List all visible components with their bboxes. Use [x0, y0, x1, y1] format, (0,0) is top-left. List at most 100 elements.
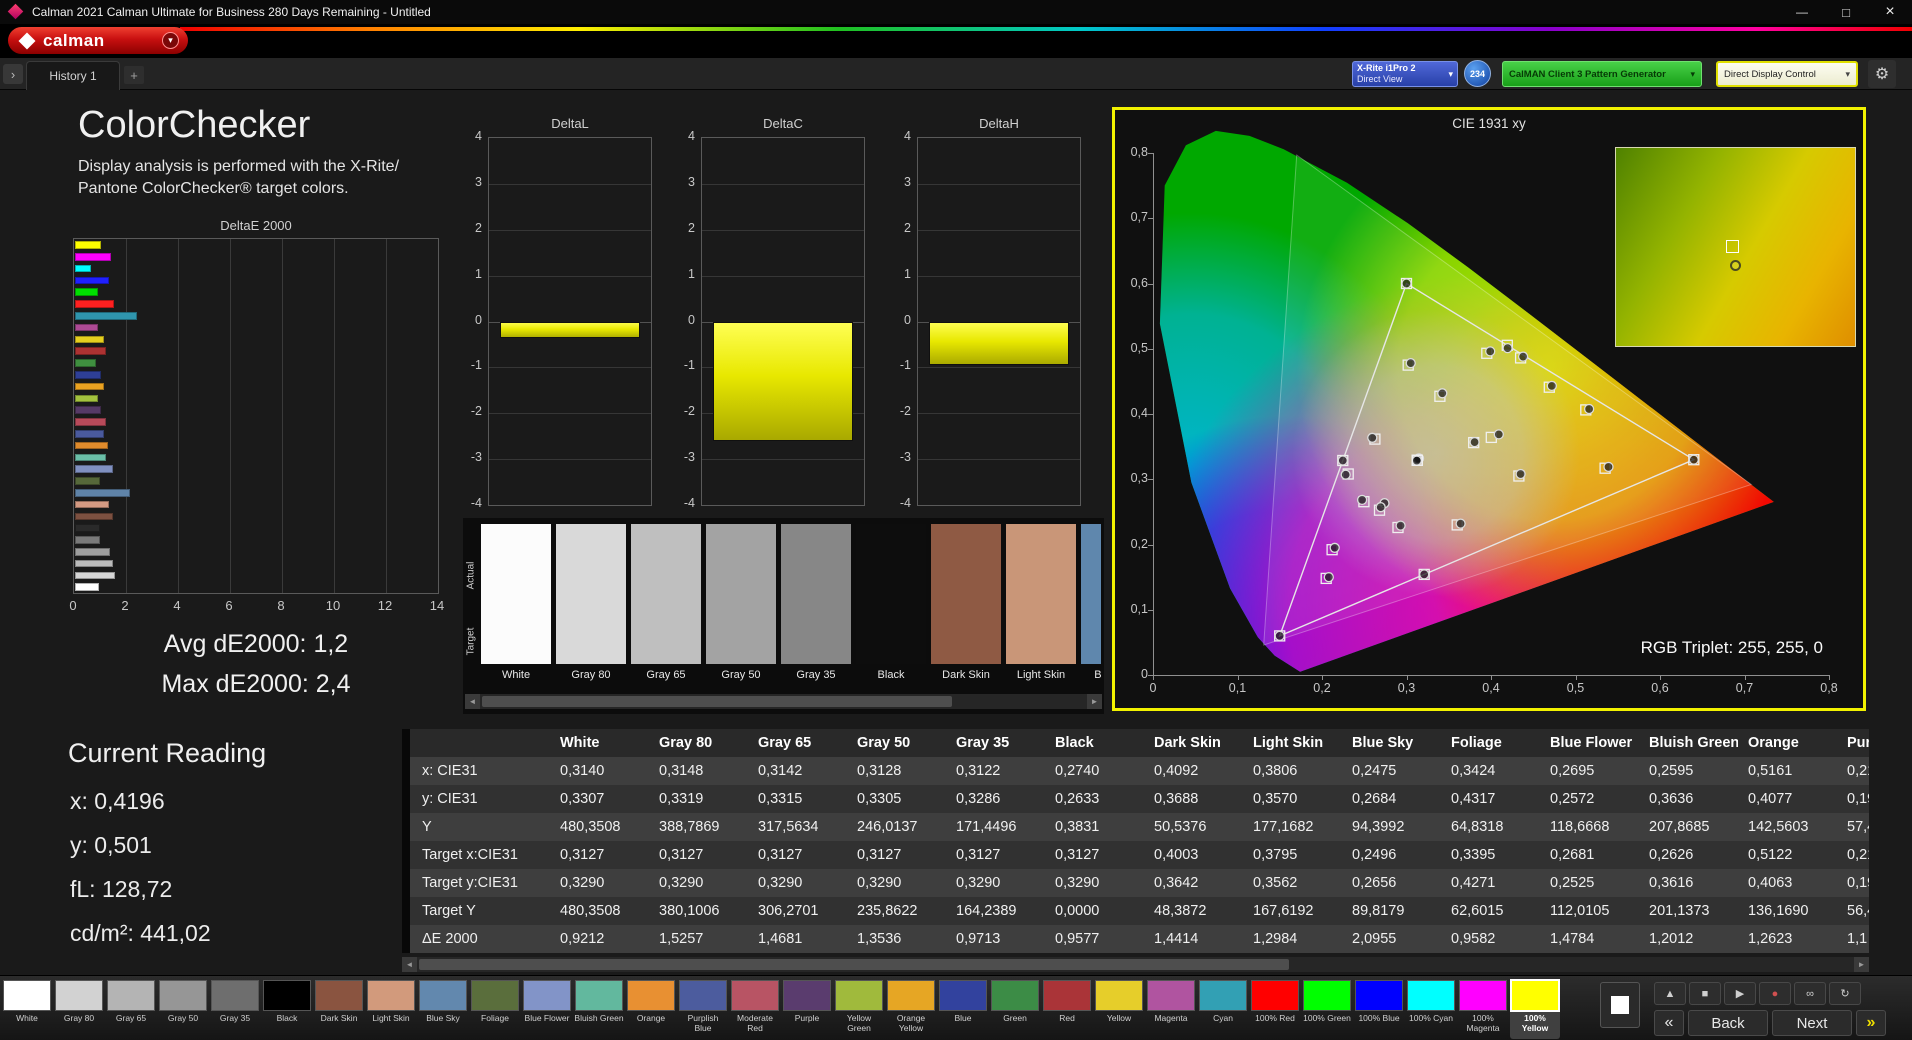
deltae-bar-100-red — [75, 300, 114, 308]
swatch-color — [631, 524, 701, 664]
table-scrollbar[interactable]: ◄ ► — [402, 957, 1869, 972]
table-cell: 0,3290 — [560, 875, 605, 891]
pattern-button-gray-80[interactable]: Gray 80 — [54, 979, 104, 1039]
display-control-button[interactable]: Direct Display Control ▾ — [1716, 61, 1858, 87]
add-tab-button[interactable]: + — [124, 66, 144, 84]
scroll-left-button[interactable]: ◄ — [402, 957, 417, 972]
scroll-thumb[interactable] — [419, 959, 1289, 970]
pattern-button-yellow-green[interactable]: Yellow Green — [834, 979, 884, 1039]
collapse-button[interactable]: ▲ — [1654, 982, 1686, 1005]
pattern-button-purple[interactable]: Purple — [782, 979, 832, 1039]
swatch-label: Dark Skin — [942, 669, 990, 681]
tab-history-1[interactable]: History 1 — [26, 61, 120, 90]
pattern-button-orange[interactable]: Orange — [626, 979, 676, 1039]
pattern-button-100-yellow[interactable]: 100% Yellow — [1510, 979, 1560, 1039]
swatch-scrollbar[interactable]: ◄ ► — [465, 694, 1102, 709]
app-icon — [7, 3, 24, 20]
pattern-button-red[interactable]: Red — [1042, 979, 1092, 1039]
record-button[interactable]: ● — [1759, 982, 1791, 1005]
pattern-button-gray-65[interactable]: Gray 65 — [106, 979, 156, 1039]
logo-dropdown-icon: ▾ — [162, 32, 179, 49]
settings-gear-button[interactable]: ⚙ — [1868, 60, 1896, 88]
pattern-button-100-red[interactable]: 100% Red — [1250, 979, 1300, 1039]
pattern-button-yellow[interactable]: Yellow — [1094, 979, 1144, 1039]
deltal-plot — [488, 137, 652, 506]
pattern-color-swatch — [1044, 981, 1090, 1010]
table-header-blue-sky: Blue Sky — [1352, 735, 1414, 751]
scroll-thumb[interactable] — [482, 696, 952, 707]
pattern-button-blue-flower[interactable]: Blue Flower — [522, 979, 572, 1039]
pattern-color-swatch — [316, 981, 362, 1010]
next-chevron-button[interactable]: » — [1856, 1010, 1886, 1036]
deltae2000-x-axis: 0 2 4 6 8 10 12 14 — [69, 598, 444, 614]
pattern-button-gray-35[interactable]: Gray 35 — [210, 979, 260, 1039]
minimize-button[interactable]: — — [1780, 0, 1824, 24]
pattern-button-magenta[interactable]: Magenta — [1146, 979, 1196, 1039]
pattern-button-dark-skin[interactable]: Dark Skin — [314, 979, 364, 1039]
refresh-button[interactable]: ↻ — [1829, 982, 1861, 1005]
back-button[interactable]: Back — [1688, 1010, 1768, 1036]
table-cell: 0,3795 — [1253, 847, 1298, 863]
play-button[interactable]: ▶ — [1724, 982, 1756, 1005]
deltae-bar-dark-skin — [75, 512, 113, 521]
cie-x-tick — [1744, 675, 1746, 680]
table-cell: 0,3616 — [1649, 875, 1694, 891]
pattern-button-blue[interactable]: Blue — [938, 979, 988, 1039]
pattern-color-swatch — [420, 981, 466, 1010]
pane-toggle-button[interactable]: › — [3, 64, 23, 84]
pattern-button-100-magenta[interactable]: 100% Magenta — [1458, 979, 1508, 1039]
delta-gridline — [918, 229, 1080, 231]
meter-mode: Direct View — [1357, 74, 1403, 84]
close-button[interactable]: × — [1868, 0, 1912, 24]
scroll-left-button[interactable]: ◄ — [465, 694, 480, 709]
deltae-x-tick-label: 10 — [325, 598, 341, 613]
maximize-button[interactable]: □ — [1824, 0, 1868, 24]
pattern-button-black[interactable]: Black — [262, 979, 312, 1039]
delta-y-tick-label: 4 — [904, 129, 911, 143]
pattern-button-gray-50[interactable]: Gray 50 — [158, 979, 208, 1039]
scroll-right-button[interactable]: ► — [1854, 957, 1869, 972]
stop-button[interactable]: ■ — [1689, 982, 1721, 1005]
pattern-color-swatch — [212, 981, 258, 1010]
pattern-button-orange-yellow[interactable]: Orange Yellow — [886, 979, 936, 1039]
pattern-label: Red — [1059, 1013, 1075, 1023]
pattern-button-cyan[interactable]: Cyan — [1198, 979, 1248, 1039]
back-chevron-button[interactable]: « — [1654, 1010, 1684, 1036]
table-cell: 112,0105 — [1550, 903, 1610, 919]
pattern-button-100-blue[interactable]: 100% Blue — [1354, 979, 1404, 1039]
calman-logo-button[interactable]: calman ▾ — [8, 27, 188, 54]
cie-measured-100-cyan — [1337, 455, 1348, 466]
pattern-button-100-cyan[interactable]: 100% Cyan — [1406, 979, 1456, 1039]
meter-select-button[interactable]: X-Rite i1Pro 2 Direct View ▾ — [1352, 61, 1458, 87]
pattern-button-moderate-red[interactable]: Moderate Red — [730, 979, 780, 1039]
table-cell: 48,3872 — [1154, 903, 1207, 919]
pattern-button-100-green[interactable]: 100% Green — [1302, 979, 1352, 1039]
table-header-gray-65: Gray 65 — [758, 735, 812, 751]
next-button[interactable]: Next — [1772, 1010, 1852, 1036]
pattern-button-white[interactable]: White — [2, 979, 52, 1039]
deltah-plot — [917, 137, 1081, 506]
custom-pattern-button[interactable] — [1600, 982, 1640, 1028]
pattern-button-foliage[interactable]: Foliage — [470, 979, 520, 1039]
table-cell: 62,6015 — [1451, 903, 1504, 919]
pattern-generator-button[interactable]: CalMAN Client 3 Pattern Generator ▾ — [1502, 61, 1702, 87]
table-cell: 1,2984 — [1253, 931, 1298, 947]
title-bar: Calman 2021 Calman Ultimate for Business… — [0, 0, 1912, 24]
table-cell: 0,3562 — [1253, 875, 1298, 891]
delta-y-tick-label: 4 — [688, 129, 695, 143]
cie-y-tick-label: 0,1 — [1130, 601, 1148, 616]
pattern-label: Gray 35 — [219, 1013, 251, 1023]
link-button[interactable]: ∞ — [1794, 982, 1826, 1005]
pattern-button-blue-sky[interactable]: Blue Sky — [418, 979, 468, 1039]
swatch-gray-35: Gray 35 — [781, 524, 851, 686]
scroll-right-button[interactable]: ► — [1087, 694, 1102, 709]
swatch-label: Gray 80 — [571, 669, 611, 681]
pattern-button-green[interactable]: Green — [990, 979, 1040, 1039]
delta-y-tick-label: 0 — [904, 312, 911, 327]
deltae2000-chart-title: DeltaE 2000 — [220, 218, 292, 233]
pattern-button-light-skin[interactable]: Light Skin — [366, 979, 416, 1039]
pattern-button-bluish-green[interactable]: Bluish Green — [574, 979, 624, 1039]
inset-measured-circle — [1730, 260, 1741, 271]
pattern-button-purplish-blue[interactable]: Purplish Blue — [678, 979, 728, 1039]
table-cell: 0,3127 — [758, 847, 803, 863]
